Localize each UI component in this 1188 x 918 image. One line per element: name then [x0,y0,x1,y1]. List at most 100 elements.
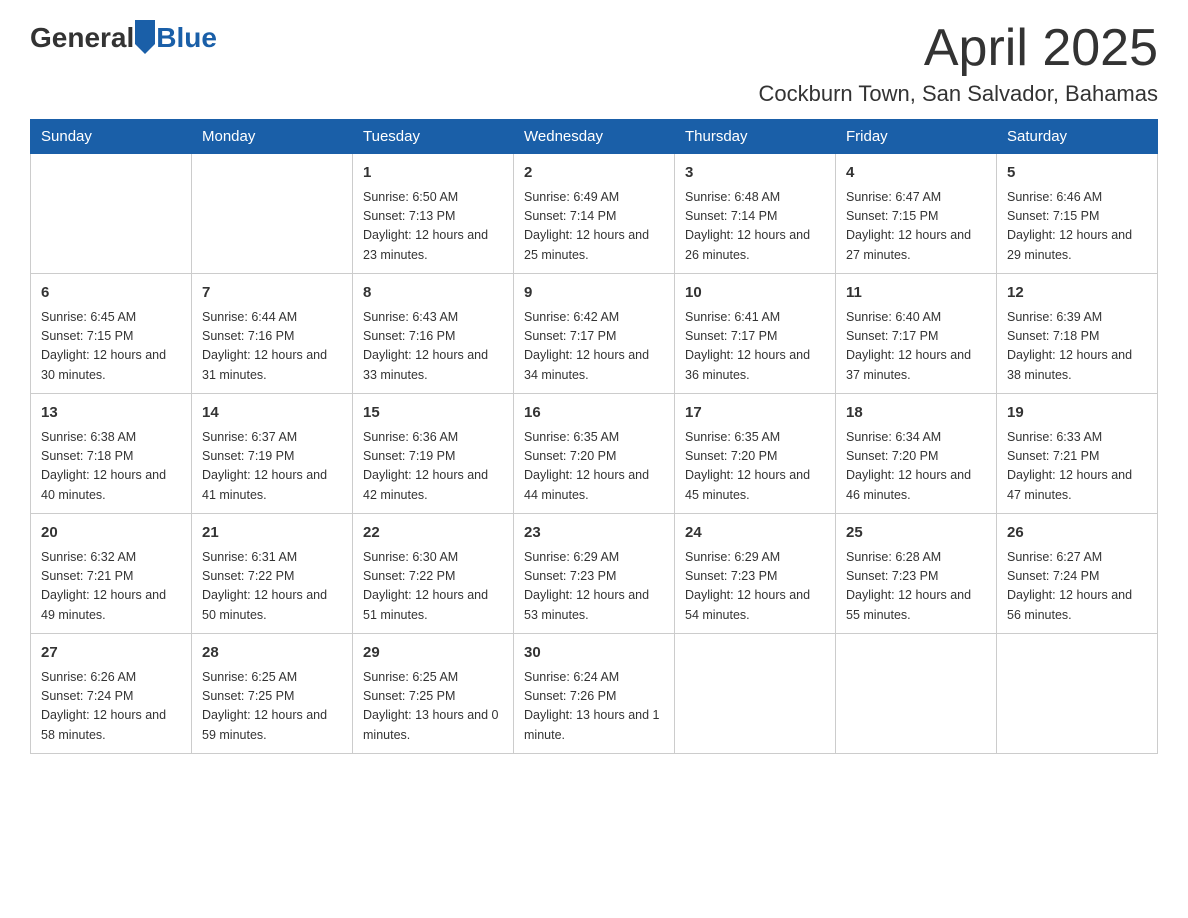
calendar-cell: 18 Sunrise: 6:34 AMSunset: 7:20 PMDayligh… [836,394,997,514]
calendar-cell: 14 Sunrise: 6:37 AMSunset: 7:19 PMDayligh… [192,394,353,514]
day-info: Sunrise: 6:26 AMSunset: 7:24 PMDaylight:… [41,668,181,746]
calendar-cell: 1 Sunrise: 6:50 AMSunset: 7:13 PMDaylight… [353,154,514,274]
logo-blue-text: Blue [156,22,217,54]
day-info: Sunrise: 6:25 AMSunset: 7:25 PMDaylight:… [363,668,503,746]
day-number: 29 [363,642,503,665]
day-number: 20 [41,522,181,545]
calendar-cell: 8Sunrise: 6:43 AMSunset: 7:16 PMDaylight… [353,274,514,394]
weekday-header-row: SundayMondayTuesdayWednesdayThursdayFrid… [31,120,1158,154]
calendar-week-row: 6Sunrise: 6:45 AMSunset: 7:15 PMDaylight… [31,274,1158,394]
calendar-cell [192,154,353,274]
calendar-cell: 13 Sunrise: 6:38 AMSunset: 7:18 PMDayligh… [31,394,192,514]
day-info: Sunrise: 6:29 AMSunset: 7:23 PMDaylight:… [685,548,825,626]
location-title: Cockburn Town, San Salvador, Bahamas [759,81,1159,107]
day-number: 2 [524,162,664,185]
day-info: Sunrise: 6:25 AMSunset: 7:25 PMDaylight:… [202,668,342,746]
day-info: Sunrise: 6:40 AMSunset: 7:17 PMDaylight:… [846,308,986,386]
calendar-cell: 23 Sunrise: 6:29 AMSunset: 7:23 PMDayligh… [514,514,675,634]
day-info: Sunrise: 6:28 AMSunset: 7:23 PMDaylight:… [846,548,986,626]
calendar-cell [675,634,836,754]
day-info: Sunrise: 6:44 AMSunset: 7:16 PMDaylight:… [202,308,342,386]
day-number: 15 [363,402,503,425]
day-number: 14 [202,402,342,425]
day-number: 11 [846,282,986,305]
day-number: 28 [202,642,342,665]
calendar-cell: 17 Sunrise: 6:35 AMSunset: 7:20 PMDayligh… [675,394,836,514]
calendar-cell: 12 Sunrise: 6:39 AMSunset: 7:18 PMDayligh… [997,274,1158,394]
day-info: Sunrise: 6:38 AMSunset: 7:18 PMDaylight:… [41,428,181,506]
calendar-cell: 11 Sunrise: 6:40 AMSunset: 7:17 PMDayligh… [836,274,997,394]
day-number: 22 [363,522,503,545]
calendar-cell: 22 Sunrise: 6:30 AMSunset: 7:22 PMDayligh… [353,514,514,634]
day-number: 6 [41,282,181,305]
calendar-cell: 19 Sunrise: 6:33 AMSunset: 7:21 PMDayligh… [997,394,1158,514]
day-info: Sunrise: 6:32 AMSunset: 7:21 PMDaylight:… [41,548,181,626]
calendar-cell: 25Sunrise: 6:28 AMSunset: 7:23 PMDayligh… [836,514,997,634]
calendar-week-row: 20 Sunrise: 6:32 AMSunset: 7:21 PMDayligh… [31,514,1158,634]
day-info: Sunrise: 6:46 AMSunset: 7:15 PMDaylight:… [1007,188,1147,266]
day-number: 23 [524,522,664,545]
day-info: Sunrise: 6:41 AMSunset: 7:17 PMDaylight:… [685,308,825,386]
calendar-cell: 15 Sunrise: 6:36 AMSunset: 7:19 PMDayligh… [353,394,514,514]
weekday-header-thursday: Thursday [675,120,836,154]
day-info: Sunrise: 6:48 AMSunset: 7:14 PMDaylight:… [685,188,825,266]
day-number: 18 [846,402,986,425]
day-info: Sunrise: 6:34 AMSunset: 7:20 PMDaylight:… [846,428,986,506]
day-number: 4 [846,162,986,185]
day-number: 3 [685,162,825,185]
month-title: April 2025 [759,20,1159,77]
calendar-cell: 2 Sunrise: 6:49 AMSunset: 7:14 PMDaylight… [514,154,675,274]
day-number: 27 [41,642,181,665]
calendar-table: SundayMondayTuesdayWednesdayThursdayFrid… [30,119,1158,754]
day-number: 30 [524,642,664,665]
calendar-week-row: 1 Sunrise: 6:50 AMSunset: 7:13 PMDaylight… [31,154,1158,274]
calendar-cell [31,154,192,274]
calendar-cell: 24Sunrise: 6:29 AMSunset: 7:23 PMDayligh… [675,514,836,634]
calendar-cell: 26 Sunrise: 6:27 AMSunset: 7:24 PMDayligh… [997,514,1158,634]
logo-general-text: General [30,22,134,54]
day-number: 9 [524,282,664,305]
weekday-header-wednesday: Wednesday [514,120,675,154]
day-info: Sunrise: 6:31 AMSunset: 7:22 PMDaylight:… [202,548,342,626]
logo: General Blue [30,20,217,54]
weekday-header-monday: Monday [192,120,353,154]
day-number: 13 [41,402,181,425]
logo-arrow-icon [135,20,155,54]
calendar-week-row: 13 Sunrise: 6:38 AMSunset: 7:18 PMDayligh… [31,394,1158,514]
day-number: 10 [685,282,825,305]
calendar-cell: 29 Sunrise: 6:25 AMSunset: 7:25 PMDayligh… [353,634,514,754]
day-number: 1 [363,162,503,185]
day-info: Sunrise: 6:35 AMSunset: 7:20 PMDaylight:… [524,428,664,506]
calendar-cell: 30 Sunrise: 6:24 AMSunset: 7:26 PMDayligh… [514,634,675,754]
title-section: April 2025 Cockburn Town, San Salvador, … [759,20,1159,107]
day-number: 12 [1007,282,1147,305]
calendar-cell: 20 Sunrise: 6:32 AMSunset: 7:21 PMDayligh… [31,514,192,634]
day-number: 17 [685,402,825,425]
day-number: 26 [1007,522,1147,545]
calendar-cell [836,634,997,754]
day-info: Sunrise: 6:29 AMSunset: 7:23 PMDaylight:… [524,548,664,626]
calendar-week-row: 27 Sunrise: 6:26 AMSunset: 7:24 PMDayligh… [31,634,1158,754]
day-info: Sunrise: 6:27 AMSunset: 7:24 PMDaylight:… [1007,548,1147,626]
day-info: Sunrise: 6:24 AMSunset: 7:26 PMDaylight:… [524,668,664,746]
weekday-header-sunday: Sunday [31,120,192,154]
day-info: Sunrise: 6:50 AMSunset: 7:13 PMDaylight:… [363,188,503,266]
calendar-cell: 27 Sunrise: 6:26 AMSunset: 7:24 PMDayligh… [31,634,192,754]
day-info: Sunrise: 6:30 AMSunset: 7:22 PMDaylight:… [363,548,503,626]
calendar-cell: 16Sunrise: 6:35 AMSunset: 7:20 PMDayligh… [514,394,675,514]
day-info: Sunrise: 6:35 AMSunset: 7:20 PMDaylight:… [685,428,825,506]
day-number: 19 [1007,402,1147,425]
day-info: Sunrise: 6:49 AMSunset: 7:14 PMDaylight:… [524,188,664,266]
calendar-cell: 6Sunrise: 6:45 AMSunset: 7:15 PMDaylight… [31,274,192,394]
calendar-cell: 4 Sunrise: 6:47 AMSunset: 7:15 PMDaylight… [836,154,997,274]
calendar-cell: 3 Sunrise: 6:48 AMSunset: 7:14 PMDaylight… [675,154,836,274]
calendar-cell: 10 Sunrise: 6:41 AMSunset: 7:17 PMDayligh… [675,274,836,394]
day-info: Sunrise: 6:33 AMSunset: 7:21 PMDaylight:… [1007,428,1147,506]
day-info: Sunrise: 6:36 AMSunset: 7:19 PMDaylight:… [363,428,503,506]
day-info: Sunrise: 6:37 AMSunset: 7:19 PMDaylight:… [202,428,342,506]
day-number: 5 [1007,162,1147,185]
day-info: Sunrise: 6:47 AMSunset: 7:15 PMDaylight:… [846,188,986,266]
weekday-header-tuesday: Tuesday [353,120,514,154]
weekday-header-saturday: Saturday [997,120,1158,154]
day-info: Sunrise: 6:39 AMSunset: 7:18 PMDaylight:… [1007,308,1147,386]
